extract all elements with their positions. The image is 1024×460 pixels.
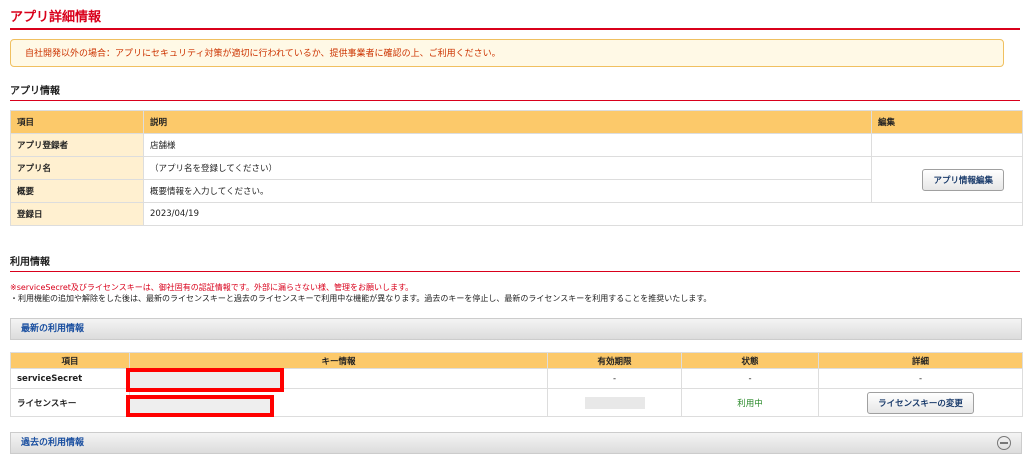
table-row: アプリ登録者 店舗様 [10,133,1023,157]
header-key: キー情報 [129,352,548,369]
header-status: 状態 [681,352,819,369]
latest-usage-bar[interactable]: 最新の利用情報 [10,318,1022,340]
table-row: アプリ名 （アプリ名を登録してください） アプリ情報編集 [10,156,1023,203]
app-info-section-title: アプリ情報 [10,82,1020,101]
table-row: 概要 概要情報を入力してください。 [10,179,1023,203]
edit-app-info-button[interactable]: アプリ情報編集 [922,168,1004,191]
change-license-key-button[interactable]: ライセンスキーの変更 [867,391,974,414]
row-expiry: - [547,368,682,389]
row-label: アプリ名 [10,156,144,180]
row-item: serviceSecret [10,368,130,389]
edit-cell: アプリ情報編集 [871,156,1023,203]
table-row: 登録日 2023/04/19 [10,202,1023,226]
app-info-table: 項目 説明 編集 アプリ登録者 店舗様 アプリ名 （アプリ名を登録してください）… [10,110,1023,226]
row-value: 概要情報を入力してください。 [143,179,872,203]
blurred-expiry [584,396,645,409]
edit-cell-empty [871,133,1023,157]
row-value: 2023/04/19 [143,202,1023,226]
row-label: アプリ登録者 [10,133,144,157]
row-item: ライセンスキー [10,388,130,417]
usage-info-section-title: 利用情報 [10,253,1020,272]
table-header-row: 項目 説明 編集 [10,110,1023,134]
row-value: （アプリ名を登録してください） [143,156,872,180]
row-detail: ライセンスキーの変更 [818,388,1023,417]
redacted-service-secret [126,368,284,392]
security-notice: 自社開発以外の場合：アプリにセキュリティ対策が適切に行われているか、提供事業者に… [10,39,1004,67]
row-value: 店舗様 [143,133,872,157]
header-description: 説明 [143,110,872,134]
past-usage-label: 過去の利用情報 [21,438,85,448]
page-title: アプリ詳細情報 [10,6,1020,30]
row-label: 登録日 [10,202,144,226]
row-status: 利用中 [681,388,819,417]
header-item: 項目 [10,110,144,134]
row-status: - [681,368,819,389]
table-header-row: 項目 キー情報 有効期限 状態 詳細 [10,352,1023,369]
header-edit: 編集 [871,110,1023,134]
row-label: 概要 [10,179,144,203]
row-detail: - [818,368,1023,389]
secret-warning: ※serviceSecret及びライセンスキーは、御社固有の認証情報です。外部に… [10,283,414,292]
header-detail: 詳細 [818,352,1023,369]
usage-note: ・利用機能の追加や解除をした後は、最新のライセンスキーと過去のライセンスキーで利… [10,294,712,303]
row-expiry [547,388,682,417]
redacted-license-key [126,395,274,417]
header-item: 項目 [10,352,130,369]
header-expiry: 有効期限 [547,352,682,369]
collapse-minus-icon[interactable] [997,436,1011,450]
past-usage-bar[interactable]: 過去の利用情報 [10,432,1022,454]
